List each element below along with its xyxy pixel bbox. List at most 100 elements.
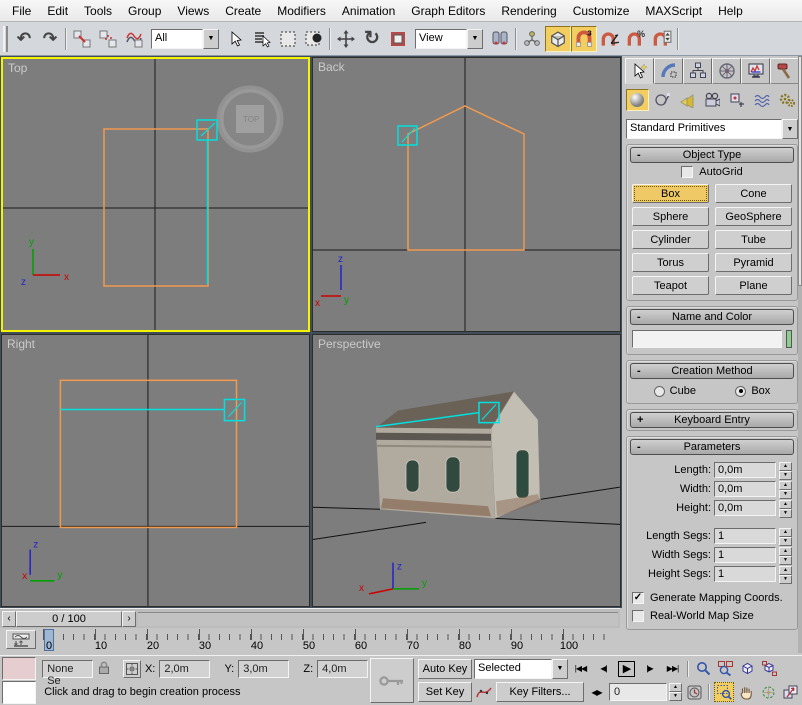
real-world-map-size-checkbox[interactable] xyxy=(632,610,644,622)
select-and-manipulate-icon[interactable] xyxy=(519,26,545,52)
category-cameras[interactable] xyxy=(701,89,724,111)
autogrid-checkbox[interactable] xyxy=(681,166,693,178)
menu-group[interactable]: Group xyxy=(120,1,169,21)
geosphere-button[interactable]: GeoSphere xyxy=(715,207,792,226)
auto-key-button[interactable]: Auto Key xyxy=(418,659,472,679)
zoom-all-icon[interactable] xyxy=(715,659,735,679)
width-segs-spinner[interactable]: ▲▼ xyxy=(779,547,792,563)
object-name-input[interactable] xyxy=(632,330,782,348)
category-helpers[interactable] xyxy=(725,89,748,111)
creation-method-box[interactable]: Box xyxy=(735,385,770,397)
zoom-extents-all-icon[interactable] xyxy=(759,659,779,679)
arc-rotate-icon[interactable] xyxy=(758,682,778,702)
menu-maxscript[interactable]: MAXScript xyxy=(637,1,710,21)
tab-create[interactable] xyxy=(625,58,654,84)
tube-button[interactable]: Tube xyxy=(715,230,792,249)
tab-motion[interactable] xyxy=(712,58,741,84)
generate-mapping-coords-checkbox[interactable] xyxy=(632,592,644,604)
height-segs-field[interactable]: 1 xyxy=(714,566,776,582)
listener-script-line[interactable] xyxy=(2,681,36,704)
sphere-button[interactable]: Sphere xyxy=(632,207,709,226)
select-and-move-icon[interactable] xyxy=(333,26,359,52)
length-field[interactable]: 0,0m xyxy=(714,462,776,478)
next-frame-button[interactable]: |▶ xyxy=(639,659,660,679)
selection-lock-icon[interactable] xyxy=(97,660,111,678)
menu-modifiers[interactable]: Modifiers xyxy=(269,1,334,21)
absolute-offset-toggle[interactable] xyxy=(123,660,141,678)
zoom-icon[interactable] xyxy=(693,659,713,679)
min-max-toggle-icon[interactable] xyxy=(780,682,800,702)
house-wireframe-back[interactable] xyxy=(408,106,524,250)
zoom-extents-icon[interactable] xyxy=(737,659,757,679)
time-configuration-icon[interactable] xyxy=(684,682,704,702)
length-spinner[interactable]: ▲▼ xyxy=(779,462,792,478)
box-radio[interactable] xyxy=(735,386,746,397)
bind-to-space-warp-icon[interactable] xyxy=(121,26,147,52)
viewport-top[interactable]: Top TOP y x z xyxy=(1,57,310,332)
window-crossing-icon[interactable] xyxy=(301,26,327,52)
cylinder-button[interactable]: Cylinder xyxy=(632,230,709,249)
category-lights[interactable] xyxy=(676,89,699,111)
menu-rendering[interactable]: Rendering xyxy=(493,1,564,21)
rectangular-selection-region-icon[interactable] xyxy=(275,26,301,52)
time-slider-track[interactable] xyxy=(138,612,618,626)
angle-snap-toggle-icon[interactable] xyxy=(597,26,623,52)
set-key-button[interactable]: Set Key xyxy=(418,682,472,702)
use-pivot-point-icon[interactable] xyxy=(487,26,513,52)
frame-spinner[interactable]: ▲▼ xyxy=(669,683,682,701)
viewport-perspective-label[interactable]: Perspective xyxy=(318,337,381,351)
rollout-creation-method-header[interactable]: - Creation Method xyxy=(630,363,794,379)
redo-icon[interactable]: ↷ xyxy=(37,26,63,52)
listener-macro-recorder[interactable] xyxy=(2,657,36,680)
go-to-end-button[interactable]: ▶▶| xyxy=(662,659,683,679)
category-shapes[interactable] xyxy=(651,89,674,111)
length-segs-spinner[interactable]: ▲▼ xyxy=(779,528,792,544)
go-to-start-button[interactable]: |◀◀ xyxy=(570,659,591,679)
mini-curve-editor-button[interactable] xyxy=(6,630,36,649)
menu-file[interactable]: File xyxy=(4,1,39,21)
select-by-name-icon[interactable] xyxy=(249,26,275,52)
track-bar-ticks[interactable] xyxy=(43,629,613,640)
next-frame-arrow[interactable]: › xyxy=(122,611,136,627)
select-and-link-icon[interactable] xyxy=(69,26,95,52)
viewport-right[interactable]: Right z x y xyxy=(1,334,310,607)
length-segs-field[interactable]: 1 xyxy=(714,528,776,544)
rollout-name-color-header[interactable]: - Name and Color xyxy=(630,309,794,325)
box-button[interactable]: Box xyxy=(632,184,709,203)
zoom-region-icon[interactable] xyxy=(714,682,734,702)
pan-hand-icon[interactable] xyxy=(736,682,756,702)
time-slider-handle[interactable]: 0 / 100 xyxy=(16,611,122,627)
pyramid-button[interactable]: Pyramid xyxy=(715,253,792,272)
cube-radio[interactable] xyxy=(654,386,665,397)
reference-coordinate-system-dropdown[interactable]: View ▼ xyxy=(415,29,483,49)
grid-spacing-key-button[interactable] xyxy=(370,658,414,703)
menu-edit[interactable]: Edit xyxy=(39,1,76,21)
snap-3d-icon[interactable]: 3 xyxy=(571,26,597,52)
spinner-snap-toggle-icon[interactable] xyxy=(649,26,675,52)
menu-create[interactable]: Create xyxy=(217,1,269,21)
menu-graph-editors[interactable]: Graph Editors xyxy=(403,1,493,21)
tab-utilities[interactable] xyxy=(770,58,799,84)
unlink-selection-icon[interactable] xyxy=(95,26,121,52)
menu-customize[interactable]: Customize xyxy=(565,1,638,21)
tab-hierarchy[interactable] xyxy=(683,58,712,84)
key-filters-button[interactable]: Key Filters... xyxy=(496,682,584,702)
command-panel-scrollbar[interactable] xyxy=(798,56,802,653)
viewport-perspective[interactable]: Perspective xyxy=(312,334,621,607)
undo-icon[interactable]: ↶ xyxy=(11,26,37,52)
viewport-back[interactable]: Back z x y xyxy=(312,57,621,332)
category-geometry[interactable] xyxy=(626,89,649,111)
teapot-button[interactable]: Teapot xyxy=(632,276,709,295)
menu-views[interactable]: Views xyxy=(169,1,217,21)
width-spinner[interactable]: ▲▼ xyxy=(779,481,792,497)
house-model[interactable] xyxy=(376,391,540,518)
viewport-right-label[interactable]: Right xyxy=(7,337,35,351)
select-object-icon[interactable] xyxy=(223,26,249,52)
set-keys-curve-icon[interactable] xyxy=(474,682,494,702)
width-segs-field[interactable]: 1 xyxy=(714,547,776,563)
height-spinner[interactable]: ▲▼ xyxy=(779,500,792,516)
viewport-top-label[interactable]: Top xyxy=(8,61,27,75)
key-subset-dropdown[interactable]: Selected ▼ xyxy=(474,659,568,679)
x-coord-field[interactable]: 2,0m xyxy=(159,660,210,678)
select-and-scale-icon[interactable] xyxy=(385,26,411,52)
